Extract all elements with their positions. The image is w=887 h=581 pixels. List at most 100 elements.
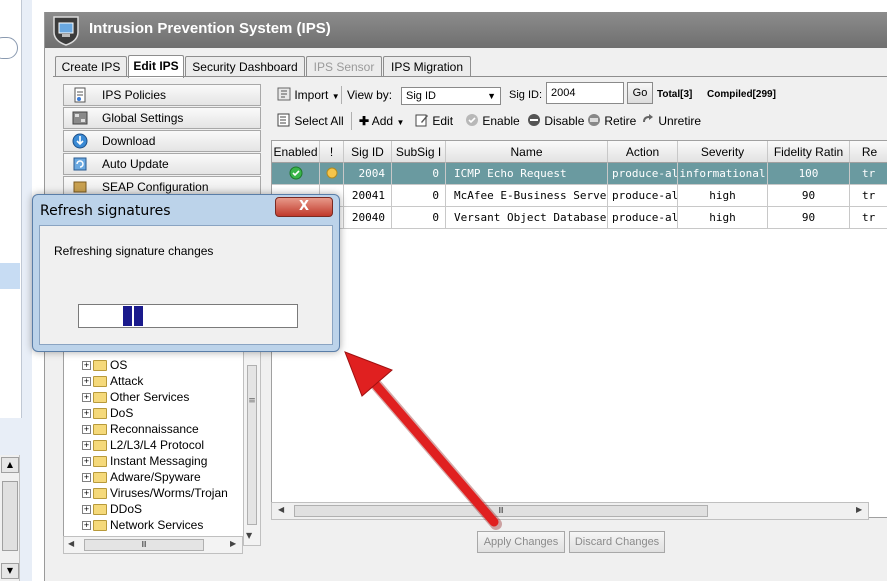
- select-all-label: Select All: [294, 114, 344, 128]
- table-row-retired[interactable]: tr: [850, 163, 887, 185]
- expand-plus-icon[interactable]: +: [82, 425, 91, 435]
- apply-changes-button[interactable]: Apply Changes: [477, 531, 565, 553]
- background-vertical-scrollbar[interactable]: ▲ ▼: [0, 455, 20, 581]
- tree-vertical-scrollbar[interactable]: ≡ ▼: [243, 342, 261, 546]
- view-by-select[interactable]: Sig ID ▼: [401, 87, 501, 105]
- tree-item-attack[interactable]: + Attack: [82, 373, 143, 389]
- column-header-alert[interactable]: !: [320, 141, 344, 163]
- sig-id-input[interactable]: 2004: [546, 82, 624, 104]
- tab-edit-ips[interactable]: Edit IPS: [128, 55, 184, 78]
- table-row-subsig-id[interactable]: 0: [392, 163, 446, 185]
- table-row-subsig-id[interactable]: 0: [392, 207, 446, 229]
- discard-changes-button[interactable]: Discard Changes: [569, 531, 665, 553]
- tree-item-viruses-worms-trojan[interactable]: + Viruses/Worms/Trojan: [82, 485, 228, 501]
- enabled-check-icon: [289, 166, 302, 180]
- tree-item-ddos[interactable]: + DDoS: [82, 501, 142, 517]
- scroll-left-arrow-icon[interactable]: ◀: [278, 505, 284, 514]
- tab-ips-migration[interactable]: IPS Migration: [383, 56, 471, 77]
- column-header-name[interactable]: Name: [446, 141, 608, 163]
- dialog-close-button[interactable]: X: [275, 197, 333, 217]
- scroll-thumb[interactable]: [2, 481, 18, 551]
- background-selected-item[interactable]: [0, 263, 20, 289]
- expand-plus-icon[interactable]: +: [82, 473, 91, 483]
- table-row-action[interactable]: produce-al: [608, 185, 678, 207]
- expand-plus-icon[interactable]: +: [82, 521, 91, 531]
- go-button[interactable]: Go: [627, 82, 653, 104]
- tab-security-dashboard[interactable]: Security Dashboard: [185, 56, 305, 77]
- tree-item-os[interactable]: + OS: [82, 357, 127, 373]
- table-row-action[interactable]: produce-al: [608, 163, 678, 185]
- import-label: Import: [294, 88, 329, 102]
- expand-plus-icon[interactable]: +: [82, 409, 91, 419]
- expand-plus-icon[interactable]: +: [82, 441, 91, 451]
- table-row-sig-id[interactable]: 20040: [344, 207, 392, 229]
- retire-button[interactable]: Retire: [587, 112, 636, 130]
- table-row-severity[interactable]: high: [678, 207, 768, 229]
- chevron-down-icon: ▼: [396, 118, 405, 127]
- enable-icon: [466, 114, 478, 126]
- dialog-message: Refreshing signature changes: [54, 244, 214, 258]
- disable-button[interactable]: Disable: [527, 112, 584, 130]
- scroll-thumb[interactable]: Ⅲ: [294, 505, 708, 517]
- tree-item-adware-spyware[interactable]: + Adware/Spyware: [82, 469, 201, 485]
- table-row-name[interactable]: McAfee E-Business Server: [446, 185, 608, 207]
- expand-plus-icon[interactable]: +: [82, 361, 91, 371]
- scroll-up-arrow-icon[interactable]: ▲: [1, 457, 19, 473]
- scroll-left-arrow-icon[interactable]: ◀: [68, 539, 74, 548]
- nav-item-global-settings[interactable]: Global Settings: [63, 107, 261, 129]
- expand-plus-icon[interactable]: +: [82, 393, 91, 403]
- background-search-field[interactable]: [0, 37, 18, 59]
- tree-horizontal-scrollbar[interactable]: ◀ Ⅲ ▶: [63, 536, 243, 554]
- expand-plus-icon[interactable]: +: [82, 457, 91, 467]
- column-header-action[interactable]: Action: [608, 141, 678, 163]
- table-row-sig-id[interactable]: 2004: [344, 163, 392, 185]
- column-header-sig-id[interactable]: Sig ID: [344, 141, 392, 163]
- column-header-severity[interactable]: Severity: [678, 141, 768, 163]
- unretire-button[interactable]: Unretire: [641, 112, 701, 130]
- tree-item-l2-l3-l4-protocol[interactable]: + L2/L3/L4 Protocol: [82, 437, 204, 453]
- tree-item-dos[interactable]: + DoS: [82, 405, 133, 421]
- table-row-sig-id[interactable]: 20041: [344, 185, 392, 207]
- tree-item-network-services[interactable]: + Network Services: [82, 517, 203, 533]
- table-row-fidelity[interactable]: 90: [768, 185, 850, 207]
- nav-item-auto-update[interactable]: Auto Update: [63, 153, 261, 175]
- expand-plus-icon[interactable]: +: [82, 489, 91, 499]
- signature-category-tree[interactable]: + OS + Attack + Other Services + DoS + Reconn…: [63, 342, 261, 546]
- scroll-down-arrow-icon[interactable]: ▼: [1, 563, 19, 579]
- table-row-fidelity[interactable]: 100: [768, 163, 850, 185]
- enable-button[interactable]: Enable: [465, 112, 520, 130]
- scroll-right-arrow-icon[interactable]: ▶: [856, 505, 862, 514]
- table-row-alert-cell[interactable]: [320, 163, 344, 185]
- nav-item-download[interactable]: Download: [63, 130, 261, 152]
- scroll-thumb[interactable]: ≡: [247, 365, 257, 525]
- tree-item-reconnaissance[interactable]: + Reconnaissance: [82, 421, 199, 437]
- edit-button[interactable]: Edit: [415, 112, 453, 130]
- table-row-retired[interactable]: tr: [850, 185, 887, 207]
- tree-item-other-services[interactable]: + Other Services: [82, 389, 189, 405]
- expand-plus-icon[interactable]: +: [82, 377, 91, 387]
- column-header-enabled[interactable]: Enabled: [272, 141, 320, 163]
- table-row-severity[interactable]: high: [678, 185, 768, 207]
- scroll-thumb[interactable]: Ⅲ: [84, 539, 204, 551]
- column-header-fidelity-rating[interactable]: Fidelity Ratin: [768, 141, 850, 163]
- column-header-subsig-id[interactable]: SubSig I: [392, 141, 446, 163]
- table-row-severity[interactable]: informational: [678, 163, 768, 185]
- tab-create-ips[interactable]: Create IPS: [55, 56, 127, 77]
- scroll-down-arrow-icon[interactable]: ▼: [246, 531, 252, 540]
- table-row-subsig-id[interactable]: 0: [392, 185, 446, 207]
- scroll-right-arrow-icon[interactable]: ▶: [230, 539, 236, 548]
- expand-plus-icon[interactable]: +: [82, 505, 91, 515]
- table-row-retired[interactable]: tr: [850, 207, 887, 229]
- table-horizontal-scrollbar[interactable]: ◀ Ⅲ ▶: [271, 502, 869, 520]
- select-all-button[interactable]: Select All: [277, 112, 344, 130]
- table-row-name[interactable]: Versant Object Database A: [446, 207, 608, 229]
- import-button[interactable]: Import ▼: [277, 86, 340, 106]
- table-row-enabled-cell[interactable]: [272, 163, 320, 185]
- column-header-retired[interactable]: Re: [850, 141, 887, 163]
- table-row-fidelity[interactable]: 90: [768, 207, 850, 229]
- tree-item-instant-messaging[interactable]: + Instant Messaging: [82, 453, 207, 469]
- nav-item-ips-policies[interactable]: IPS Policies: [63, 84, 261, 106]
- table-row-action[interactable]: produce-al: [608, 207, 678, 229]
- table-row-name[interactable]: ICMP Echo Request: [446, 163, 608, 185]
- add-button[interactable]: ✚ Add ▼: [359, 112, 404, 132]
